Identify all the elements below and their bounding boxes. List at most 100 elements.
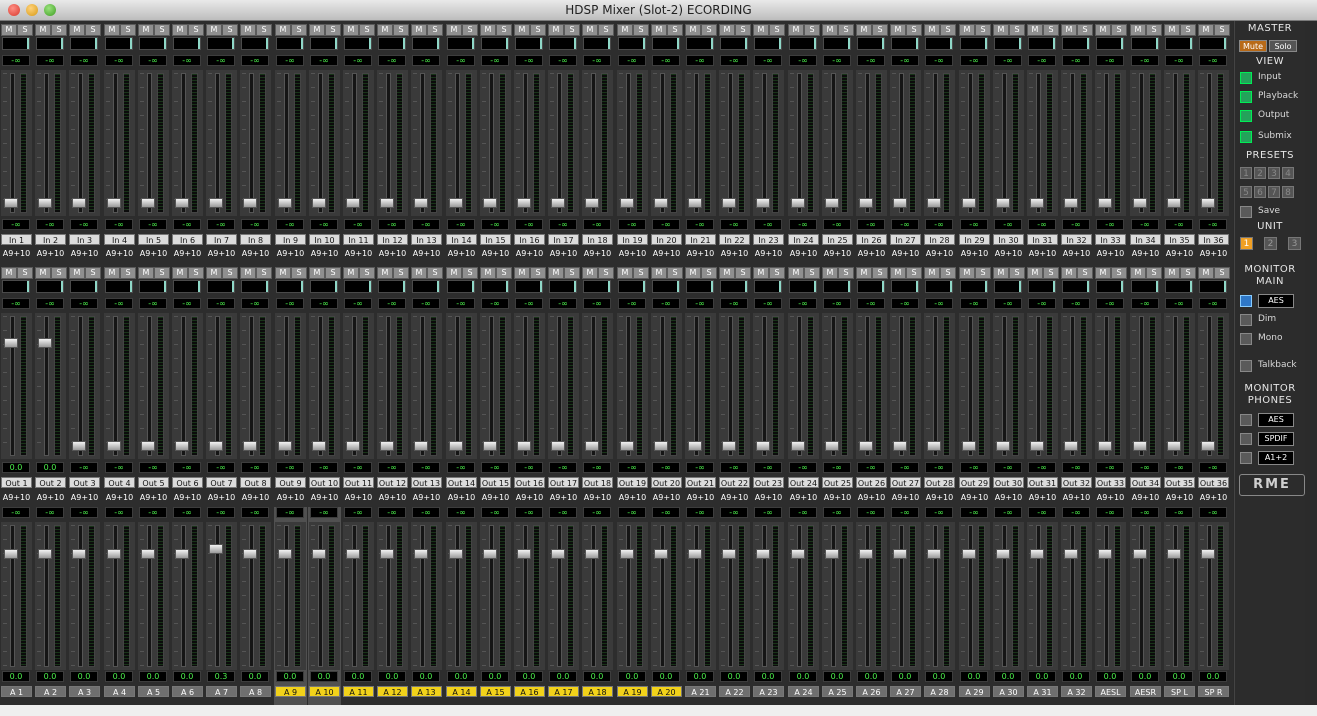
- pan-control[interactable]: [1028, 280, 1056, 293]
- pan-control[interactable]: [105, 37, 133, 50]
- mute-button[interactable]: M: [1027, 267, 1043, 279]
- mute-button[interactable]: M: [206, 24, 222, 36]
- output-fader[interactable]: [411, 522, 442, 670]
- mute-button[interactable]: M: [1164, 267, 1180, 279]
- output-name-button[interactable]: A 12: [377, 686, 408, 697]
- playback-fader[interactable]: [1027, 313, 1058, 459]
- pan-control[interactable]: [447, 37, 475, 50]
- fader-knob[interactable]: [791, 549, 805, 559]
- output-fader[interactable]: [480, 522, 511, 670]
- fader-knob[interactable]: [346, 198, 360, 208]
- solo-button[interactable]: S: [701, 24, 717, 36]
- mute-button[interactable]: M: [924, 24, 940, 36]
- fader-knob[interactable]: [1167, 549, 1181, 559]
- fader-knob[interactable]: [859, 198, 873, 208]
- solo-button[interactable]: S: [769, 267, 785, 279]
- output-fader[interactable]: [206, 522, 237, 670]
- mute-button[interactable]: M: [1198, 267, 1214, 279]
- fader-knob[interactable]: [825, 549, 839, 559]
- fader-knob[interactable]: [414, 198, 428, 208]
- route-label[interactable]: A9+10: [547, 493, 580, 502]
- monitor-dim-button[interactable]: Dim: [1240, 313, 1304, 327]
- channel-name-button[interactable]: Out 25: [822, 477, 853, 488]
- solo-button[interactable]: S: [291, 24, 307, 36]
- route-label[interactable]: A9+10: [752, 249, 785, 258]
- fader-knob[interactable]: [414, 549, 428, 559]
- input-fader[interactable]: [822, 70, 853, 216]
- solo-button[interactable]: S: [1009, 24, 1025, 36]
- output-fader[interactable]: [617, 522, 648, 670]
- monitor-mono-button[interactable]: Mono: [1240, 332, 1304, 346]
- channel-name-button[interactable]: In 35: [1164, 234, 1195, 245]
- pan-control[interactable]: [207, 37, 235, 50]
- solo-button[interactable]: S: [906, 24, 922, 36]
- playback-fader[interactable]: [411, 313, 442, 459]
- mute-button[interactable]: M: [719, 24, 735, 36]
- mute-button[interactable]: M: [275, 24, 291, 36]
- fader-knob[interactable]: [1030, 441, 1044, 451]
- preset-4-button[interactable]: 4: [1282, 167, 1294, 179]
- mute-button[interactable]: M: [788, 267, 804, 279]
- fader-knob[interactable]: [380, 549, 394, 559]
- route-label[interactable]: A9+10: [103, 493, 136, 502]
- mute-button[interactable]: M: [35, 267, 51, 279]
- channel-name-button[interactable]: Out 16: [514, 477, 545, 488]
- route-label[interactable]: A9+10: [718, 493, 751, 502]
- pan-control[interactable]: [1096, 37, 1124, 50]
- solo-button[interactable]: S: [154, 267, 170, 279]
- solo-button[interactable]: S: [359, 267, 375, 279]
- pan-control[interactable]: [173, 37, 201, 50]
- output-name-button[interactable]: A 11: [343, 686, 374, 697]
- pan-control[interactable]: [481, 37, 509, 50]
- fader-knob[interactable]: [312, 198, 326, 208]
- channel-name-button[interactable]: Out 36: [1198, 477, 1229, 488]
- mute-button[interactable]: M: [993, 24, 1009, 36]
- input-fader[interactable]: [1164, 70, 1195, 216]
- pan-control[interactable]: [720, 37, 748, 50]
- pan-control[interactable]: [1131, 280, 1159, 293]
- solo-button[interactable]: S: [735, 24, 751, 36]
- fader-knob[interactable]: [380, 198, 394, 208]
- playback-fader[interactable]: [104, 313, 135, 459]
- pan-control[interactable]: [925, 37, 953, 50]
- channel-name-button[interactable]: Out 31: [1027, 477, 1058, 488]
- output-fader[interactable]: [1164, 522, 1195, 670]
- solo-button[interactable]: S: [120, 24, 136, 36]
- pan-control[interactable]: [344, 37, 372, 50]
- output-fader[interactable]: [309, 522, 340, 670]
- pan-control[interactable]: [378, 280, 406, 293]
- output-name-button[interactable]: A 32: [1061, 686, 1092, 697]
- channel-name-button[interactable]: Out 26: [856, 477, 887, 488]
- route-label[interactable]: A9+10: [0, 249, 33, 258]
- fader-knob[interactable]: [585, 198, 599, 208]
- fader-knob[interactable]: [175, 441, 189, 451]
- output-name-button[interactable]: A 21: [685, 686, 716, 697]
- channel-name-button[interactable]: In 33: [1095, 234, 1126, 245]
- route-label[interactable]: A9+10: [752, 493, 785, 502]
- solo-button[interactable]: S: [427, 267, 443, 279]
- fader-knob[interactable]: [1030, 549, 1044, 559]
- solo-button[interactable]: S: [735, 267, 751, 279]
- route-label[interactable]: A9+10: [445, 493, 478, 502]
- channel-name-button[interactable]: In 10: [309, 234, 340, 245]
- output-fader[interactable]: [924, 522, 955, 670]
- input-fader[interactable]: [35, 70, 66, 216]
- playback-fader[interactable]: [617, 313, 648, 459]
- unit-3-button[interactable]: 3: [1288, 237, 1301, 250]
- pan-control[interactable]: [1165, 280, 1193, 293]
- channel-name-button[interactable]: In 5: [138, 234, 169, 245]
- mute-button[interactable]: M: [1061, 24, 1077, 36]
- pan-control[interactable]: [412, 37, 440, 50]
- mute-button[interactable]: M: [206, 267, 222, 279]
- fader-knob[interactable]: [141, 198, 155, 208]
- solo-button[interactable]: S: [51, 267, 67, 279]
- pan-control[interactable]: [1131, 37, 1159, 50]
- solo-button[interactable]: S: [975, 24, 991, 36]
- fader-knob[interactable]: [209, 441, 223, 451]
- solo-button[interactable]: S: [393, 24, 409, 36]
- route-label[interactable]: A9+10: [68, 249, 101, 258]
- fader-knob[interactable]: [1201, 198, 1215, 208]
- output-fader[interactable]: [685, 522, 716, 670]
- solo-button[interactable]: S: [256, 24, 272, 36]
- input-fader[interactable]: [480, 70, 511, 216]
